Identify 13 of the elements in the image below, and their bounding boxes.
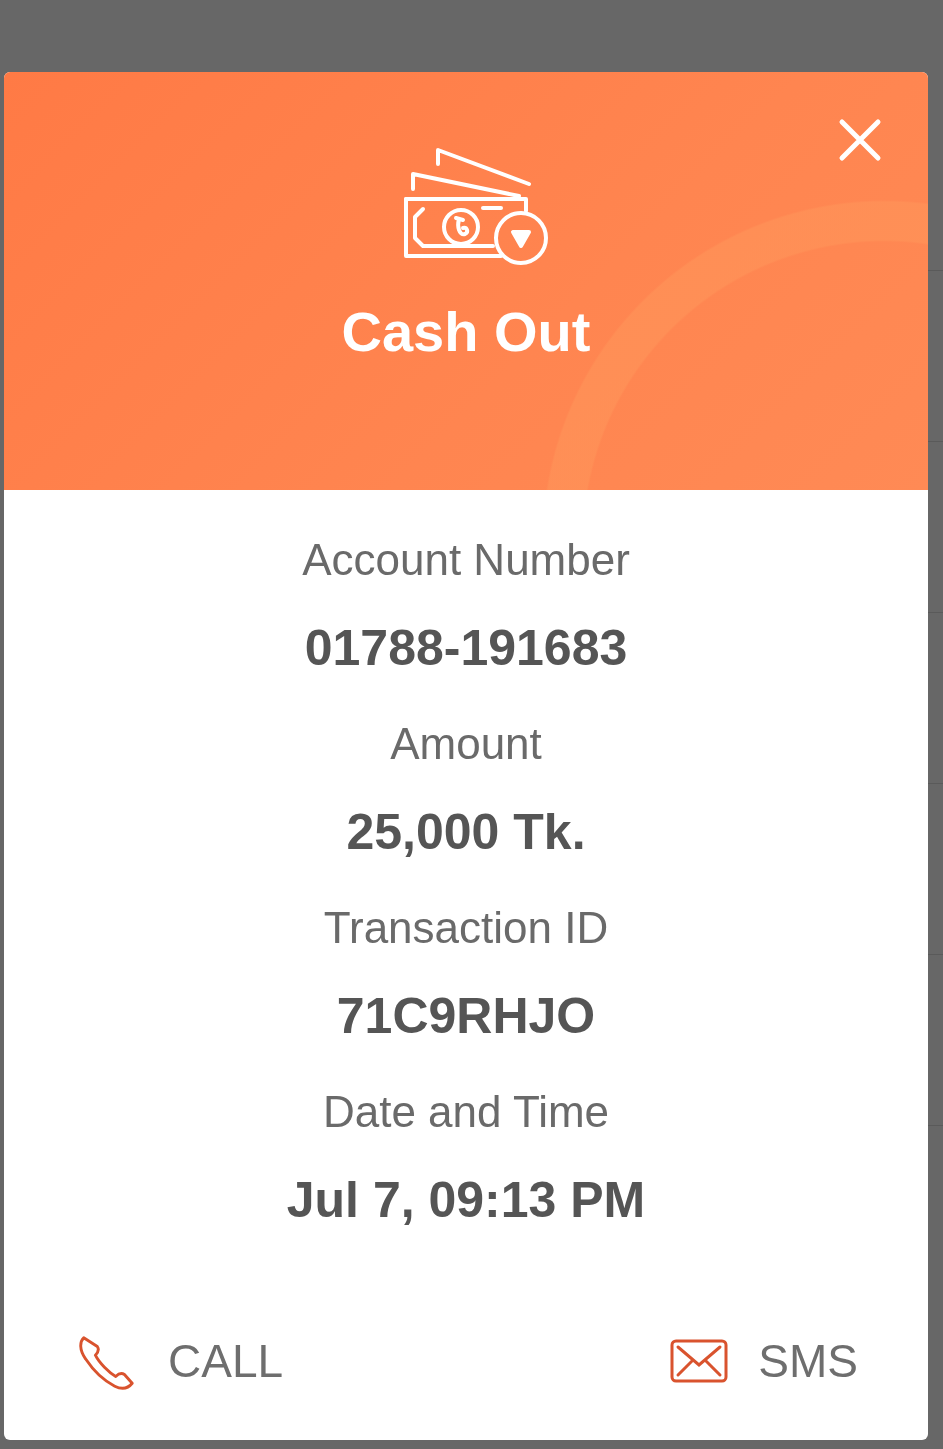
field-value: Jul 7, 09:13 PM: [286, 1171, 646, 1230]
field-label: Account Number: [302, 534, 630, 586]
field-value: 25,000 Tk.: [346, 803, 586, 862]
field-label: Amount: [390, 718, 542, 770]
envelope-icon: [670, 1339, 729, 1383]
field-value: 01788-191683: [304, 619, 628, 678]
field-label: Transaction ID: [323, 902, 609, 954]
call-button[interactable]: CALL: [76, 1330, 284, 1392]
field-label: Date and Time: [322, 1086, 610, 1138]
sms-button[interactable]: SMS: [670, 1330, 858, 1392]
dialog-title: Cash Out: [341, 299, 591, 364]
close-icon[interactable]: [838, 118, 882, 162]
field-value: 71C9RHJO: [336, 987, 596, 1046]
